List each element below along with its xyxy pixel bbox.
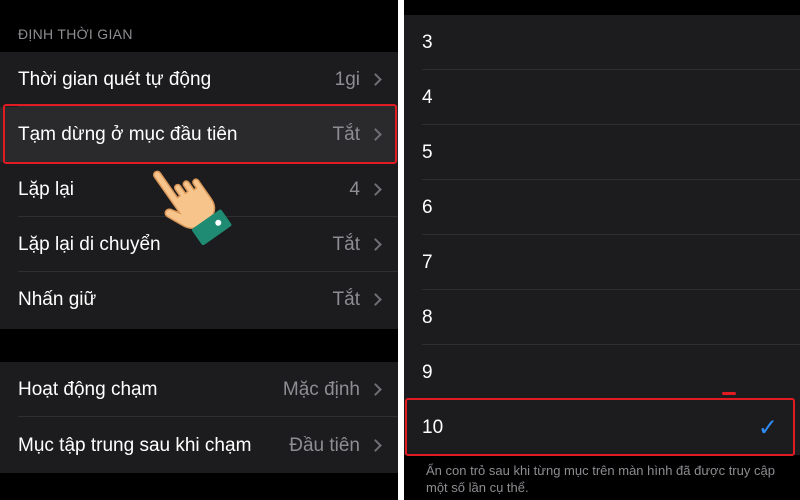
row-label: Hoạt động chạm — [18, 378, 158, 400]
row-value: Tắt — [332, 288, 360, 310]
row-value: Mặc định — [282, 378, 360, 400]
number-picker-panel: 3 4 5 6 7 8 9 10 ✓ Ẩn con trỏ sau khi từ… — [404, 0, 800, 500]
option-row-7[interactable]: 7 — [404, 235, 800, 290]
row-auto-scan-time[interactable]: Thời gian quét tự động 1gi — [0, 52, 398, 107]
chevron-right-icon — [369, 238, 382, 251]
option-label: 7 — [422, 251, 433, 273]
option-label: 10 — [422, 416, 444, 438]
chevron-right-icon — [369, 439, 382, 452]
option-row-4[interactable]: 4 — [404, 70, 800, 125]
row-value: 4 — [349, 178, 360, 200]
row-separator — [18, 416, 398, 417]
row-value: Đầu tiên — [289, 434, 360, 456]
option-row-9[interactable]: 9 — [404, 345, 800, 400]
row-label: Mục tập trung sau khi chạm — [18, 434, 252, 456]
row-label: Tạm dừng ở mục đầu tiên — [18, 123, 238, 145]
row-touch-action[interactable]: Hoạt động chạm Mặc định — [0, 362, 398, 417]
chevron-right-icon — [369, 383, 382, 396]
row-value: 1gi — [334, 68, 360, 90]
settings-group-touch: Hoạt động chạm Mặc định Mục tập trung sa… — [0, 362, 398, 473]
checkmark-icon: ✓ — [757, 414, 778, 441]
row-hold[interactable]: Nhấn giữ Tắt — [0, 272, 398, 327]
chevron-right-icon — [369, 183, 382, 196]
row-label: Nhấn giữ — [18, 288, 97, 310]
option-row-3[interactable]: 3 — [404, 15, 800, 70]
chevron-right-icon — [369, 293, 382, 306]
option-row-5[interactable]: 5 — [404, 125, 800, 180]
option-row-8[interactable]: 8 — [404, 290, 800, 345]
row-value: Tắt — [332, 233, 360, 255]
footer-description: Ẩn con trỏ sau khi từng mục trên màn hìn… — [426, 463, 775, 495]
settings-panel-left: ĐỊNH THỜI GIAN Thời gian quét tự động 1g… — [0, 0, 398, 500]
option-label: 9 — [422, 361, 433, 383]
annotation-mark — [722, 392, 736, 395]
option-label: 4 — [422, 86, 433, 108]
option-label: 6 — [422, 196, 433, 218]
row-value: Tắt — [332, 123, 360, 145]
section-header-timing: ĐỊNH THỜI GIAN — [18, 26, 133, 42]
chevron-right-icon — [369, 128, 382, 141]
option-label: 8 — [422, 306, 433, 328]
option-row-10[interactable]: 10 ✓ — [404, 400, 800, 455]
option-label: 5 — [422, 141, 433, 163]
option-row-6[interactable]: 6 — [404, 180, 800, 235]
option-label: 3 — [422, 31, 433, 53]
chevron-right-icon — [369, 73, 382, 86]
row-label: Lặp lại di chuyển — [18, 233, 161, 255]
row-label: Lặp lại — [18, 178, 74, 200]
pointing-hand-icon — [153, 170, 232, 245]
row-label: Thời gian quét tự động — [18, 68, 212, 90]
row-focus-after-touch[interactable]: Mục tập trung sau khi chạm Đầu tiên — [0, 418, 398, 473]
